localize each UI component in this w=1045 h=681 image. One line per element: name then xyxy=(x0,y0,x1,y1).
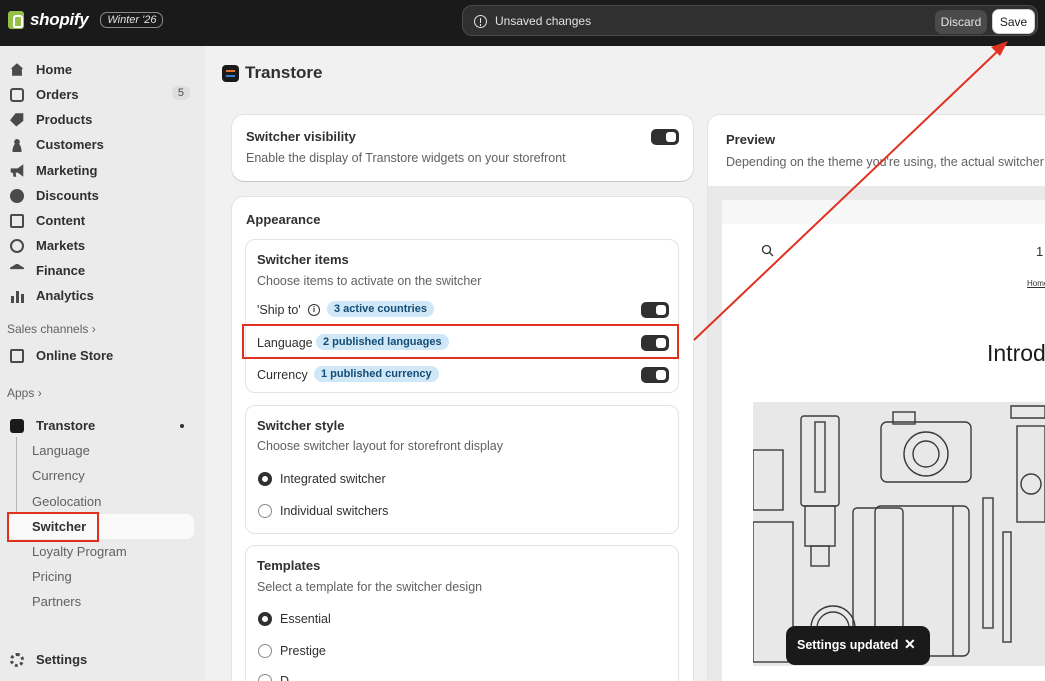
toast-message: Settings updated xyxy=(797,638,899,652)
close-icon[interactable]: ✕ xyxy=(904,636,916,653)
annotation-arrow xyxy=(693,41,1008,341)
toast-notification: Settings updated ✕ xyxy=(786,626,930,665)
